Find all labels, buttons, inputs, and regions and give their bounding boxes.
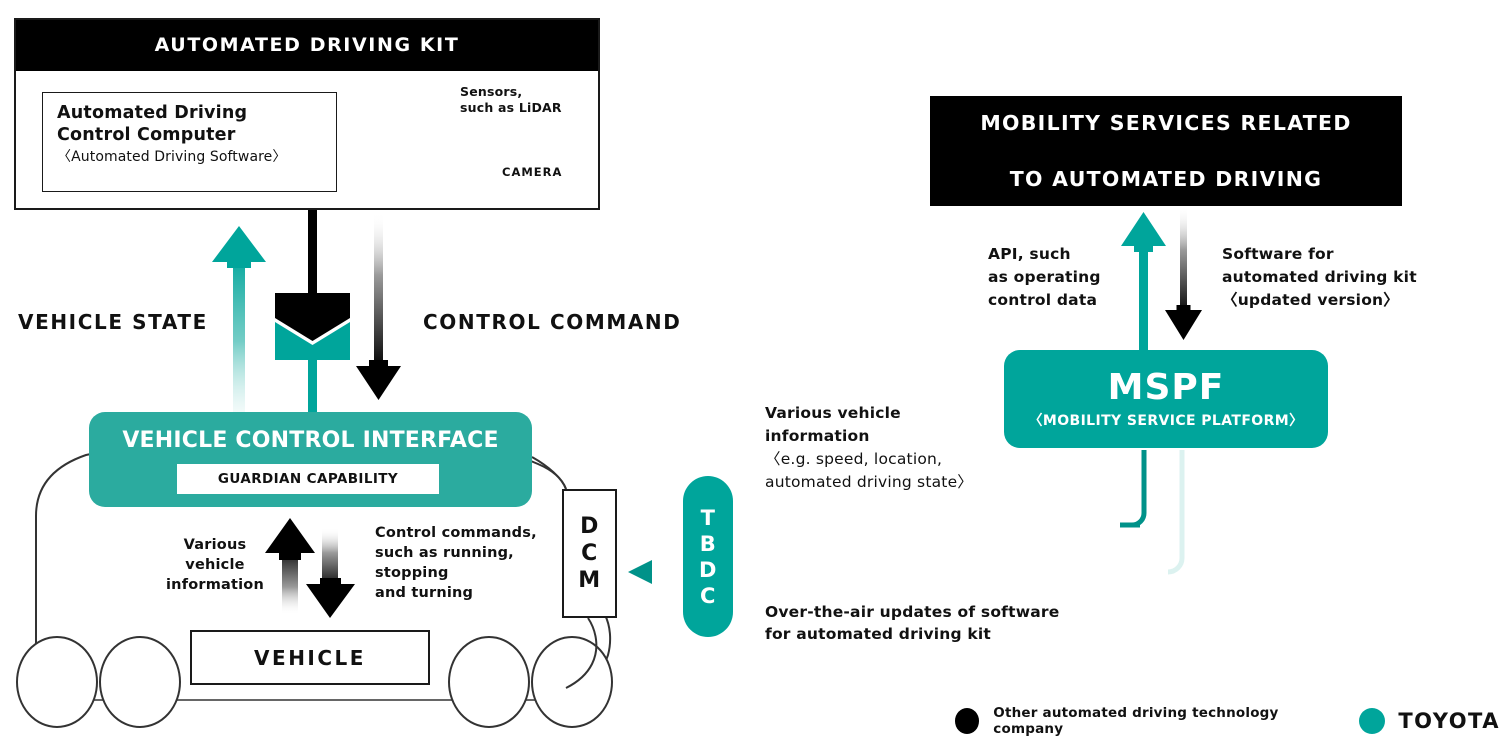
sensors-label: Sensors, such as LiDAR [460, 84, 562, 116]
vehicle-state-label: VEHICLE STATE [18, 310, 208, 334]
various-info-line-1: Various vehicle [765, 404, 901, 422]
vehicle-box: VEHICLE [190, 630, 430, 685]
merge-junction-glyph [275, 293, 350, 414]
control-command-arrow [356, 212, 401, 400]
mobility-services-box: MOBILITY SERVICES RELATED TO AUTOMATED D… [930, 96, 1402, 206]
mspf-title: MSPF [1107, 367, 1225, 408]
ctrl-cmd-line-1: Control commands, [375, 525, 537, 541]
v-info-line-3: information [166, 577, 264, 593]
legend: Other automated driving technology compa… [955, 705, 1500, 737]
adk-header: AUTOMATED DRIVING KIT [16, 20, 598, 71]
ctrl-cmd-line-2: such as running, [375, 545, 514, 561]
vci-title: VEHICLE CONTROL INTERFACE [122, 428, 499, 453]
mspf-box: MSPF 〈MOBILITY SERVICE PLATFORM〉 [1004, 350, 1328, 448]
v-info-line-1: Various [183, 537, 247, 553]
control-command-label: CONTROL COMMAND [423, 310, 682, 334]
tbdc-box: T B D C [683, 476, 733, 637]
mobility-services-line-2: TO AUTOMATED DRIVING [1009, 167, 1323, 191]
tbdc-label: T B D C [699, 505, 717, 608]
mspf-subtitle: 〈MOBILITY SERVICE PLATFORM〉 [1028, 413, 1304, 429]
ctrl-cmd-line-3: stopping [375, 565, 449, 581]
control-commands-down-arrow [306, 528, 355, 618]
api-line-2: as operating [988, 268, 1101, 286]
control-commands-small-label: Control commands, such as running, stopp… [375, 523, 537, 603]
adcc-line-2: Control Computer [57, 125, 236, 145]
software-arrow-down [1165, 206, 1202, 340]
adcc-line-1: Automated Driving [57, 103, 248, 123]
legend-label-other: Other automated driving technology compa… [993, 705, 1279, 737]
legend-dot-other-icon [955, 708, 980, 734]
camera-label: CAMERA [502, 165, 563, 179]
dcm-label: D C M [578, 514, 601, 593]
dcm-box: D C M [562, 489, 617, 618]
software-line-1: Software for [1222, 245, 1334, 263]
various-info-line-4: automated driving state〉 [765, 473, 974, 491]
various-vehicle-information-label: Various vehicle information 〈e.g. speed,… [765, 402, 973, 494]
various-info-line-3: 〈e.g. speed, location, [765, 450, 943, 468]
vehicle-label: VEHICLE [254, 645, 366, 670]
v-info-line-2: vehicle [185, 557, 245, 573]
sensors-label-line-1: Sensors, [460, 84, 523, 99]
guardian-capability-label: GUARDIAN CAPABILITY [217, 471, 399, 487]
vehicle-state-arrow [212, 226, 266, 414]
ota-arrowhead [628, 560, 652, 584]
mobility-services-line-1: MOBILITY SERVICES RELATED [980, 111, 1352, 135]
adk-to-vci-black-stem [308, 210, 317, 298]
ctrl-cmd-line-4: and turning [375, 585, 474, 601]
automated-driving-control-computer-box: Automated Driving Control Computer 〈Auto… [42, 92, 337, 192]
legend-label-toyota: TOYOTA [1398, 709, 1500, 733]
various-info-line-2: information [765, 427, 870, 445]
api-line-1: API, such [988, 245, 1071, 263]
legend-toyota-group: TOYOTA [1359, 708, 1500, 734]
software-update-label: Software for automated driving kit 〈upda… [1222, 243, 1417, 312]
ota-line-2: for automated driving kit [765, 625, 992, 643]
legend-dot-toyota-icon [1359, 708, 1386, 734]
api-label: API, such as operating control data [988, 243, 1101, 312]
ota-line-1: Over-the-air updates of software [765, 603, 1060, 621]
diagram-canvas: AUTOMATED DRIVING KIT Automated Driving … [0, 0, 1500, 754]
guardian-capability-box: GUARDIAN CAPABILITY [177, 464, 439, 494]
vehicle-information-small-label: Various vehicle information [155, 535, 275, 595]
software-line-3: 〈updated version〉 [1222, 291, 1399, 309]
adcc-subtitle: 〈Automated Driving Software〉 [57, 149, 287, 165]
software-line-2: automated driving kit [1222, 268, 1417, 286]
mobility-services-title: MOBILITY SERVICES RELATED TO AUTOMATED D… [980, 109, 1351, 193]
sensors-label-line-2: such as LiDAR [460, 100, 562, 115]
api-line-3: control data [988, 291, 1098, 309]
adk-title: AUTOMATED DRIVING KIT [154, 34, 460, 56]
ota-updates-label: Over-the-air updates of software for aut… [765, 601, 1059, 645]
api-arrow-up [1121, 212, 1166, 355]
